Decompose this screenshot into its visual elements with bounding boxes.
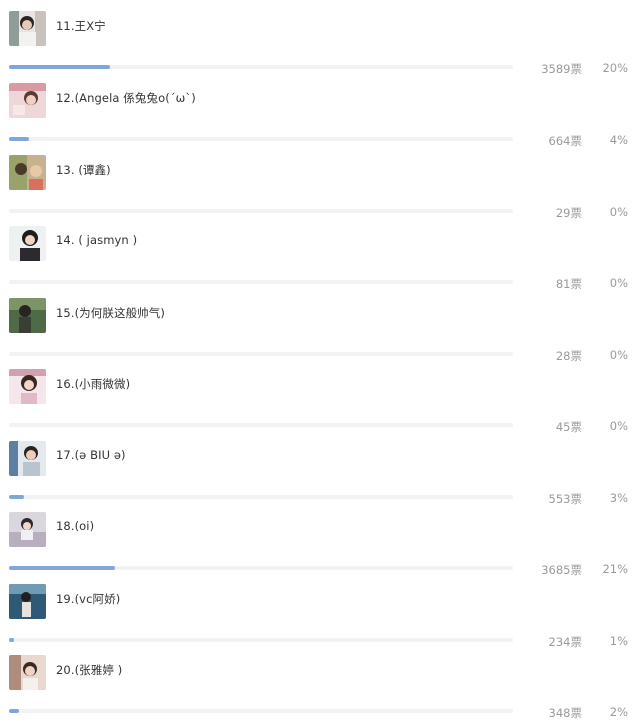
vote-count: 81票: [555, 277, 582, 291]
candidate-name: 11.王X宁: [56, 19, 106, 33]
candidate-name: 15.(为何朕这般帅气): [56, 306, 165, 320]
vote-count: 553票: [548, 492, 582, 506]
vote-item: 19.(vc阿娇) 234票 1%: [0, 581, 640, 653]
avatar[interactable]: [9, 155, 46, 190]
vote-progress-track: [9, 566, 513, 570]
vote-count: 29票: [555, 206, 582, 220]
avatar[interactable]: [9, 512, 46, 547]
candidate-name: 12.(Angela 係兔兔o(´ω`): [56, 91, 196, 105]
vote-item: 20.(张雅婷 ) 348票 2%: [0, 652, 640, 724]
vote-count: 28票: [555, 349, 582, 363]
candidate-name: 13. (谭鑫): [56, 163, 111, 177]
avatar[interactable]: [9, 584, 46, 619]
vote-percent: 0%: [609, 419, 628, 433]
avatar[interactable]: [9, 83, 46, 118]
vote-progress-track: [9, 495, 513, 499]
vote-count: 3685票: [541, 563, 582, 577]
vote-progress-track: [9, 280, 513, 284]
vote-progress-fill: [9, 709, 20, 713]
avatar[interactable]: [9, 441, 46, 476]
vote-progress-fill: [9, 65, 110, 69]
vote-count: 45票: [555, 420, 582, 434]
vote-count: 664票: [548, 134, 582, 148]
avatar[interactable]: [9, 369, 46, 404]
vote-item: 15.(为何朕这般帅气) 28票 0%: [0, 295, 640, 367]
vote-progress-track: [9, 352, 513, 356]
vote-item: 12.(Angela 係兔兔o(´ω`) 664票 4%: [0, 80, 640, 152]
avatar[interactable]: [9, 298, 46, 333]
vote-progress-track: [9, 423, 513, 427]
vote-percent: 20%: [602, 61, 628, 75]
avatar[interactable]: [9, 11, 46, 46]
vote-percent: 3%: [609, 491, 628, 505]
candidate-name: 20.(张雅婷 ): [56, 663, 123, 677]
candidate-name: 16.(小雨微微): [56, 377, 131, 391]
vote-count: 234票: [548, 635, 582, 649]
vote-progress-track: [9, 709, 513, 713]
vote-progress-track: [9, 209, 513, 213]
vote-percent: 21%: [602, 562, 628, 576]
candidate-name: 19.(vc阿娇): [56, 592, 121, 606]
candidate-name: 17.(ə BIU ə): [56, 448, 126, 462]
vote-percent: 4%: [609, 133, 628, 147]
vote-progress-fill: [9, 566, 115, 570]
vote-progress-fill: [9, 137, 30, 141]
vote-item: 11.王X宁 3589票 20%: [0, 8, 640, 80]
avatar[interactable]: [9, 655, 46, 690]
vote-percent: 0%: [609, 348, 628, 362]
vote-percent: 1%: [609, 634, 628, 648]
vote-item: 14. ( jasmyn ) 81票 0%: [0, 223, 640, 295]
vote-item: 13. (谭鑫) 29票 0%: [0, 152, 640, 224]
avatar[interactable]: [9, 226, 46, 261]
vote-progress-fill: [9, 495, 25, 499]
vote-count: 3589票: [541, 62, 582, 76]
vote-percent: 0%: [609, 276, 628, 290]
vote-progress-fill: [9, 638, 15, 642]
vote-progress-track: [9, 137, 513, 141]
vote-percent: 0%: [609, 205, 628, 219]
vote-item: 16.(小雨微微) 45票 0%: [0, 366, 640, 438]
vote-progress-track: [9, 65, 513, 69]
vote-item: 18.(oi) 3685票 21%: [0, 509, 640, 581]
candidate-name: 14. ( jasmyn ): [56, 233, 138, 247]
vote-count: 348票: [548, 706, 582, 720]
vote-progress-track: [9, 638, 513, 642]
candidate-name: 18.(oi): [56, 519, 95, 533]
vote-item: 17.(ə BIU ə) 553票 3%: [0, 438, 640, 510]
